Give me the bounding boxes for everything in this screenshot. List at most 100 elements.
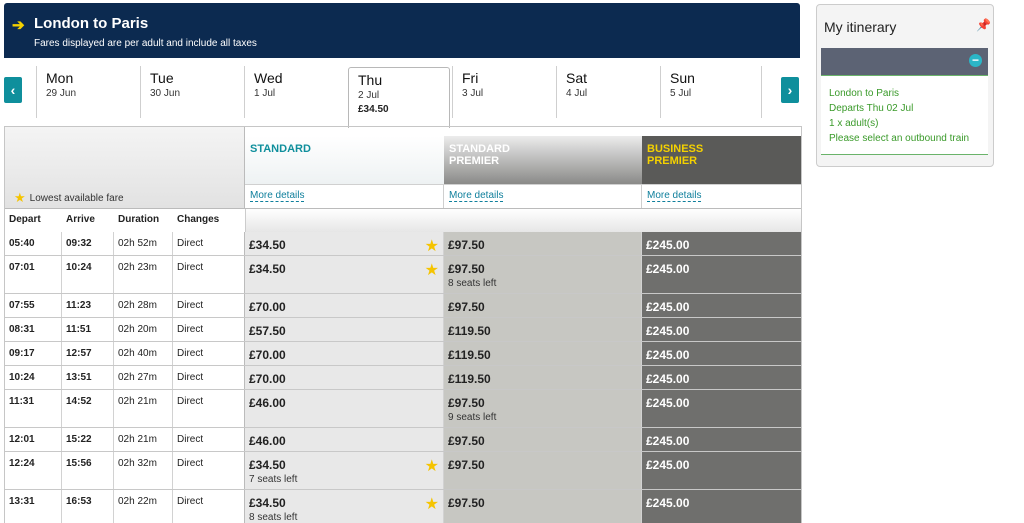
tab-day-mon[interactable]: Mon 29 Jun — [36, 66, 137, 118]
business-premier-price: £245.00 — [646, 324, 690, 338]
tab-day-tue[interactable]: Tue 30 Jun — [140, 66, 241, 118]
day-date: 29 Jun — [46, 88, 77, 99]
standard-price: £34.50 — [249, 238, 286, 252]
fare-standard[interactable]: £70.00 — [245, 294, 444, 317]
fare-business-premier[interactable]: £245.00 — [642, 490, 801, 523]
changes: Direct — [173, 390, 245, 427]
fare-standard-premier[interactable]: £119.50 — [444, 342, 642, 365]
standard-premier-price: £97.50 — [448, 458, 485, 472]
fare-standard-premier[interactable]: £97.50 — [444, 294, 642, 317]
more-details-link[interactable]: More details — [449, 190, 504, 202]
fare-standard[interactable]: £46.00 — [245, 390, 444, 427]
fare-standard[interactable]: £34.50 8 seats left ★ — [245, 490, 444, 523]
train-row: 07:01 10:24 02h 23m Direct £34.50 ★ £97.50 8 se… — [5, 256, 801, 294]
fare-business-premier[interactable]: £245.00 — [642, 428, 801, 451]
class-name-line1: STANDARD — [449, 143, 510, 155]
col-depart: Depart — [9, 214, 41, 225]
standard-price: £34.50 — [249, 496, 286, 510]
arrive-time: 13:51 — [62, 366, 114, 389]
seats-left: 8 seats left — [249, 512, 298, 523]
more-details-link[interactable]: More details — [647, 190, 702, 202]
fare-standard[interactable]: £70.00 — [245, 366, 444, 389]
fare-standard[interactable]: £34.50 ★ — [245, 256, 444, 293]
business-premier-price: £245.00 — [646, 372, 690, 386]
business-premier-price: £245.00 — [646, 496, 690, 510]
table-head-legend: ★ Lowest available fare — [5, 127, 245, 208]
fare-standard-premier[interactable]: £97.50 9 seats left — [444, 390, 642, 427]
tab-day-sun[interactable]: Sun 5 Jul — [660, 66, 762, 118]
arrive-time: 16:53 — [62, 490, 114, 523]
changes-value: Direct — [177, 396, 204, 407]
fare-standard-premier[interactable]: £97.50 — [444, 232, 642, 255]
duration: 02h 20m — [114, 318, 173, 341]
train-row: 12:24 15:56 02h 32m Direct £34.50 7 seats lef… — [5, 452, 801, 490]
fare-business-premier[interactable]: £245.00 — [642, 342, 801, 365]
depart-value: 11:31 — [9, 396, 35, 407]
fare-business-premier[interactable]: £245.00 — [642, 452, 801, 489]
star-icon: ★ — [424, 458, 439, 475]
depart-value: 07:55 — [9, 300, 35, 311]
fare-business-premier[interactable]: £245.00 — [642, 390, 801, 427]
next-week-button[interactable]: › — [781, 77, 799, 103]
standard-price: £46.00 — [249, 396, 286, 410]
more-details-standard: More details — [245, 184, 444, 208]
fare-business-premier[interactable]: £245.00 — [642, 318, 801, 341]
duration-value: 02h 22m — [118, 496, 157, 507]
duration-value: 02h 27m — [118, 372, 157, 383]
class-name-line2: PREMIER — [449, 155, 500, 167]
fare-standard[interactable]: £34.50 7 seats left ★ — [245, 452, 444, 489]
previous-week-button[interactable]: ‹ — [4, 77, 22, 103]
tab-day-fri[interactable]: Fri 3 Jul — [452, 66, 553, 118]
changes: Direct — [173, 490, 245, 523]
duration-value: 02h 40m — [118, 348, 157, 359]
fare-business-premier[interactable]: £245.00 — [642, 294, 801, 317]
changes-value: Direct — [177, 434, 204, 445]
fare-standard-premier[interactable]: £119.50 — [444, 318, 642, 341]
day-lowest-price: £34.50 — [358, 104, 389, 115]
class-name-line2: PREMIER — [647, 155, 698, 167]
itinerary-route: London to Paris — [829, 88, 900, 99]
fare-standard[interactable]: £70.00 — [245, 342, 444, 365]
duration: 02h 40m — [114, 342, 173, 365]
fare-standard-premier[interactable]: £97.50 8 seats left — [444, 256, 642, 293]
fare-standard-premier[interactable]: £119.50 — [444, 366, 642, 389]
fare-business-premier[interactable]: £245.00 — [642, 366, 801, 389]
depart-time: 05:40 — [5, 232, 62, 255]
legend-label: Lowest available fare — [29, 193, 124, 204]
pin-icon[interactable]: 📌 — [976, 18, 991, 32]
itinerary-passengers: 1 x adult(s) — [829, 118, 879, 129]
fare-standard-premier[interactable]: £97.50 — [444, 490, 642, 523]
fare-business-premier[interactable]: £245.00 — [642, 256, 801, 293]
fare-standard-premier[interactable]: £97.50 — [444, 428, 642, 451]
arrive-time: 10:24 — [62, 256, 114, 293]
day-date: 1 Jul — [254, 88, 276, 99]
fare-business-premier[interactable]: £245.00 — [642, 232, 801, 255]
depart-value: 09:17 — [9, 348, 35, 359]
duration: 02h 52m — [114, 232, 173, 255]
fare-standard[interactable]: £46.00 — [245, 428, 444, 451]
arrive-time: 09:32 — [62, 232, 114, 255]
duration: 02h 21m — [114, 390, 173, 427]
collapse-icon[interactable]: − — [969, 54, 982, 67]
changes-value: Direct — [177, 324, 204, 335]
date-tabs: ‹ Mon 29 Jun Tue 30 Jun Wed 1 Jul Thu 2 … — [4, 60, 800, 128]
itinerary-details: London to Paris Departs Thu 02 Jul 1 x a… — [821, 75, 988, 155]
tab-day-sat[interactable]: Sat 4 Jul — [556, 66, 657, 118]
duration-value: 02h 23m — [118, 262, 157, 273]
tab-day-thu[interactable]: Thu 2 Jul £34.50 — [348, 67, 450, 128]
fare-standard-premier[interactable]: £97.50 — [444, 452, 642, 489]
duration: 02h 28m — [114, 294, 173, 317]
day-name: Thu — [358, 72, 383, 88]
more-details-link[interactable]: More details — [250, 190, 305, 202]
fare-standard[interactable]: £57.50 — [245, 318, 444, 341]
duration: 02h 23m — [114, 256, 173, 293]
arrive-time: 14:52 — [62, 390, 114, 427]
tab-day-wed[interactable]: Wed 1 Jul — [244, 66, 345, 118]
legend: ★ Lowest available fare — [14, 190, 124, 206]
fare-standard[interactable]: £34.50 ★ — [245, 232, 444, 255]
depart-value: 10:24 — [9, 372, 35, 383]
depart-time: 08:31 — [5, 318, 62, 341]
depart-time: 10:24 — [5, 366, 62, 389]
class-name-line1: BUSINESS — [647, 143, 704, 155]
duration-value: 02h 21m — [118, 396, 157, 407]
